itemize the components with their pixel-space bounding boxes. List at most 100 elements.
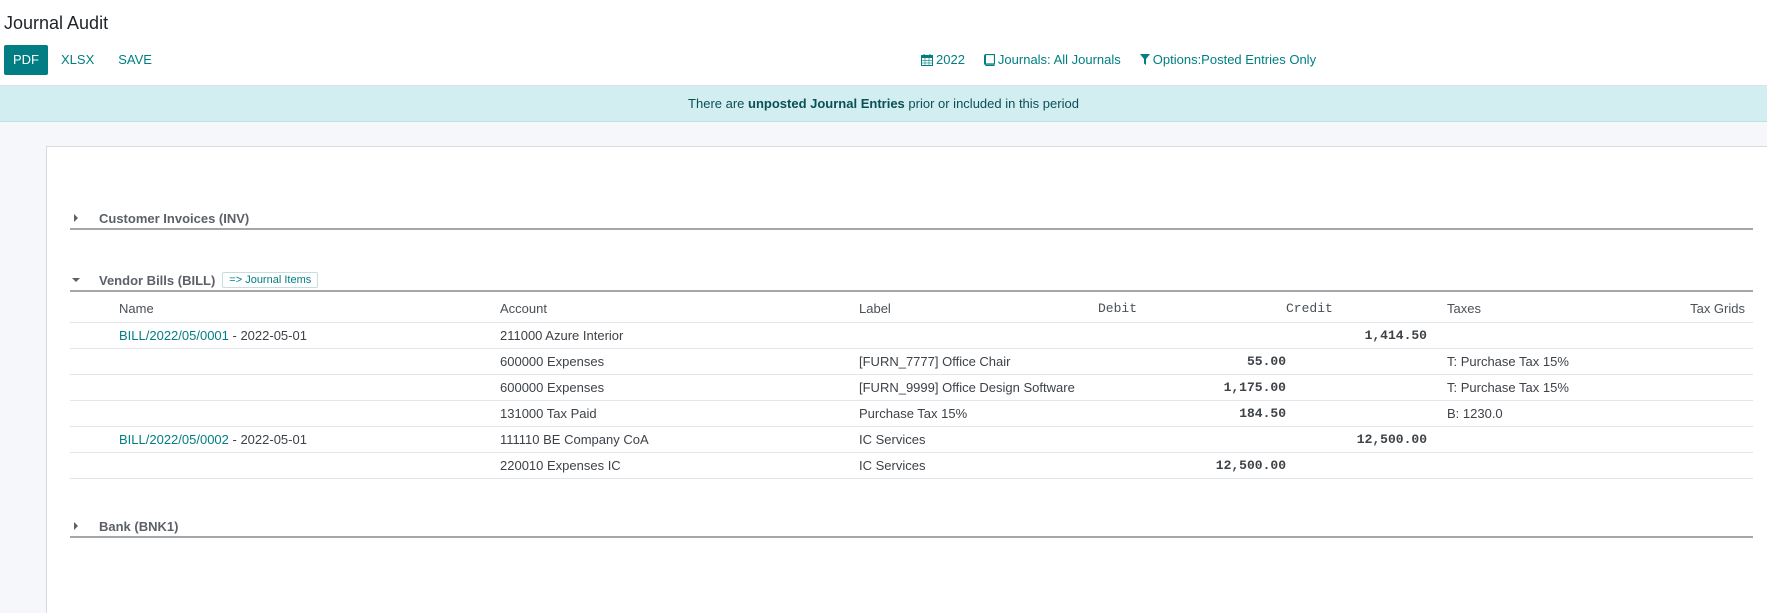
table-row: BILL/2022/05/0002 - 2022-05-01 111110 BE…: [70, 426, 1753, 453]
move-link[interactable]: BILL/2022/05/0002: [119, 432, 229, 447]
taxes-cell: T: Purchase Tax 15%: [1447, 374, 1622, 401]
spacer-cell: [1427, 426, 1447, 453]
journal-items-link[interactable]: => Journal Items: [222, 272, 319, 288]
journals-filter-label: Journals: All Journals: [997, 52, 1121, 67]
column-header-account: Account: [500, 295, 859, 323]
pdf-button[interactable]: PDF: [4, 45, 48, 75]
taxes-cell: [1447, 322, 1622, 349]
taxes-cell: T: Purchase Tax 15%: [1447, 348, 1622, 375]
account-cell: 111110 BE Company CoA: [500, 426, 859, 453]
table-row: 220010 Expenses IC IC Services 12,500.00: [70, 452, 1753, 479]
debit-cell: [1098, 426, 1286, 453]
debit-cell: 12,500.00: [1098, 452, 1286, 479]
tax-grids-cell: [1622, 426, 1753, 453]
debit-cell: 184.50: [1098, 400, 1286, 427]
move-link[interactable]: BILL/2022/05/0001: [119, 328, 229, 343]
table-header-row: Name Account Label Debit Credit Taxes Ta…: [70, 295, 1753, 323]
move-cell: [119, 348, 500, 375]
spacer-cell: [1427, 400, 1447, 427]
taxes-cell: [1447, 452, 1622, 479]
unposted-entries-link[interactable]: unposted Journal Entries: [748, 96, 905, 111]
column-header-label: Label: [859, 295, 1098, 323]
label-cell: Purchase Tax 15%: [859, 400, 1098, 427]
journals-filter[interactable]: Journals: All Journals: [983, 52, 1121, 67]
column-header-tax-grids: Tax Grids: [1622, 295, 1753, 323]
spacer-cell: [70, 295, 119, 323]
spacer-cell: [1427, 348, 1447, 375]
options-filter[interactable]: Options:Posted Entries Only: [1139, 52, 1317, 67]
spacer-cell: [70, 374, 119, 401]
move-cell: [119, 400, 500, 427]
journal-name: Bank (BNK1): [99, 518, 179, 534]
column-header-name: Name: [119, 295, 500, 323]
calendar-icon: [921, 53, 933, 66]
debit-cell: 1,175.00: [1098, 374, 1286, 401]
account-cell: 211000 Azure Interior: [500, 322, 859, 349]
move-cell: [119, 374, 500, 401]
table-row: 600000 Expenses [FURN_9999] Office Desig…: [70, 374, 1753, 401]
account-cell: 131000 Tax Paid: [500, 400, 859, 427]
tax-grids-cell: [1622, 374, 1753, 401]
unposted-entries-alert: There are unposted Journal Entries prior…: [0, 86, 1767, 122]
move-cell: BILL/2022/05/0002 - 2022-05-01: [119, 426, 500, 453]
spacer-cell: [70, 322, 119, 349]
table-row: 600000 Expenses [FURN_7777] Office Chair…: [70, 348, 1753, 375]
label-cell: [FURN_9999] Office Design Software: [859, 374, 1098, 401]
column-header-taxes: Taxes: [1447, 295, 1622, 323]
move-date: - 2022-05-01: [228, 327, 307, 343]
tax-grids-cell: [1622, 348, 1753, 375]
table-row: BILL/2022/05/0001 - 2022-05-01 211000 Az…: [70, 322, 1753, 349]
alert-prefix: There are: [688, 96, 749, 111]
label-cell: IC Services: [859, 452, 1098, 479]
account-cell: 600000 Expenses: [500, 348, 859, 375]
label-cell: IC Services: [859, 426, 1098, 453]
move-cell: [119, 452, 500, 479]
column-header-credit: Credit: [1286, 295, 1427, 323]
save-button[interactable]: SAVE: [107, 45, 163, 75]
credit-cell: [1286, 400, 1427, 427]
tax-grids-cell: [1622, 400, 1753, 427]
journal-lines-table: Name Account Label Debit Credit Taxes Ta…: [70, 295, 1753, 479]
label-cell: [859, 322, 1098, 349]
credit-cell: 1,414.50: [1286, 322, 1427, 349]
journal-name: Vendor Bills (BILL): [99, 272, 216, 288]
journal-header-bnk[interactable]: Bank (BNK1): [70, 516, 1753, 538]
column-header-debit: Debit: [1098, 295, 1286, 323]
print-buttons: PDF XLSX SAVE: [4, 45, 163, 75]
control-panel: Journal Audit PDF XLSX SAVE 2022 Journal…: [0, 0, 1767, 86]
debit-cell: 55.00: [1098, 348, 1286, 375]
credit-cell: 12,500.00: [1286, 426, 1427, 453]
alert-suffix: prior or included in this period: [904, 96, 1079, 111]
label-cell: [FURN_7777] Office Chair: [859, 348, 1098, 375]
report-filters: 2022 Journals: All Journals Options:Post…: [921, 52, 1335, 67]
move-cell: BILL/2022/05/0001 - 2022-05-01: [119, 322, 500, 349]
account-cell: 600000 Expenses: [500, 374, 859, 401]
credit-cell: [1286, 452, 1427, 479]
spacer-cell: [1427, 374, 1447, 401]
credit-cell: [1286, 348, 1427, 375]
spacer-cell: [70, 400, 119, 427]
journal-header-bill[interactable]: Vendor Bills (BILL) => Journal Items: [70, 270, 1753, 292]
credit-cell: [1286, 374, 1427, 401]
move-date: - 2022-05-01: [228, 431, 307, 447]
spacer-cell: [70, 452, 119, 479]
taxes-cell: [1447, 426, 1622, 453]
page-title: Journal Audit: [4, 13, 109, 33]
date-filter-label: 2022: [936, 52, 965, 67]
table-row: 131000 Tax Paid Purchase Tax 15% 184.50 …: [70, 400, 1753, 427]
tax-grids-cell: [1622, 452, 1753, 479]
options-filter-label: Options:Posted Entries Only: [1152, 52, 1317, 67]
date-filter[interactable]: 2022: [921, 52, 965, 67]
spacer-cell: [70, 426, 119, 453]
caret-down-icon: [71, 275, 81, 285]
filter-icon: [1139, 54, 1150, 65]
tax-grids-cell: [1622, 322, 1753, 349]
debit-cell: [1098, 322, 1286, 349]
book-icon: [983, 53, 995, 66]
spacer-cell: [70, 348, 119, 375]
journal-name: Customer Invoices (INV): [99, 210, 250, 226]
journal-header-inv[interactable]: Customer Invoices (INV): [70, 208, 1753, 230]
xlsx-button[interactable]: XLSX: [50, 45, 105, 75]
caret-right-icon: [71, 213, 81, 223]
taxes-cell: B: 1230.0: [1447, 400, 1622, 427]
